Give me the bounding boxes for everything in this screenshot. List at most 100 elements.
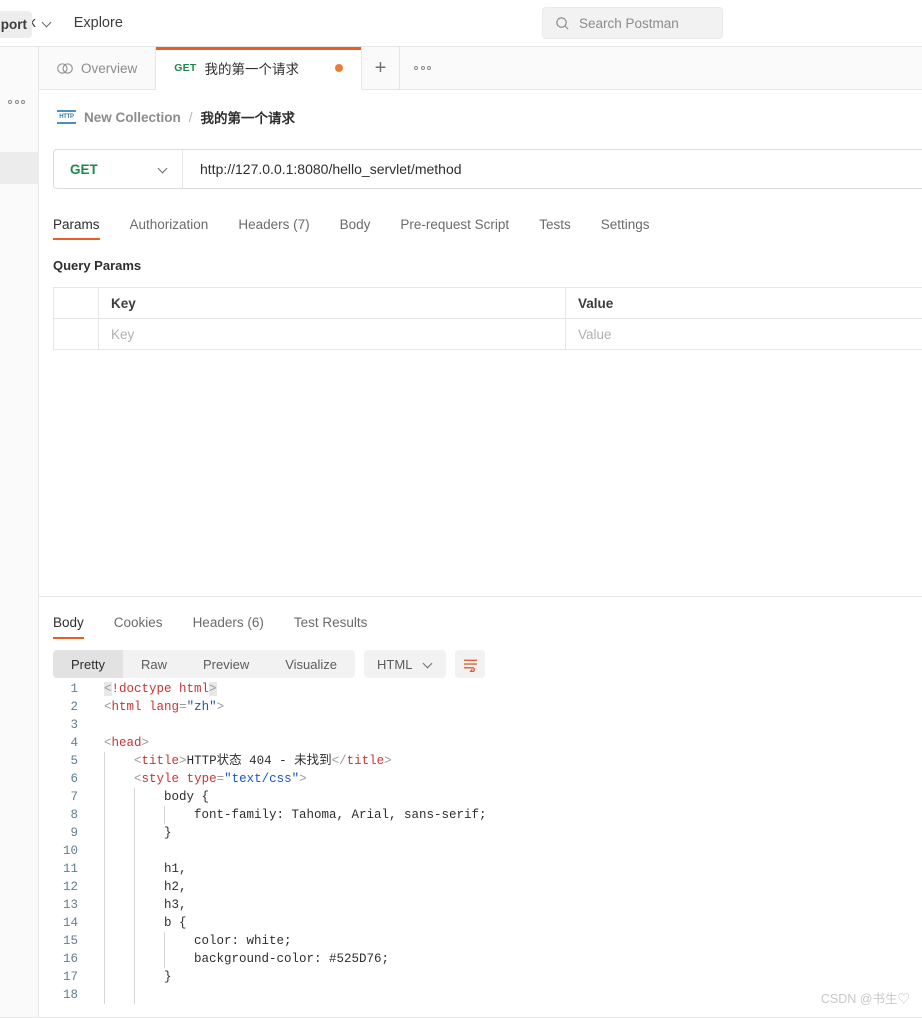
response-tab-body[interactable]: Body [53,615,99,639]
import-button[interactable]: port [0,11,32,38]
line-number: 10 [62,844,78,858]
line-number: 18 [62,988,78,1002]
url-input[interactable]: http://127.0.0.1:8080/hello_servlet/meth… [183,161,462,177]
line-content: h2, [104,878,187,896]
response-body-code[interactable]: 1 <!doctype html> 2 <html lang="zh"> 3 4 <h… [39,680,922,1010]
row-checkbox-cell[interactable] [54,319,99,350]
left-sidebar-rail: port [0,11,39,1018]
response-tabs: Body Cookies Headers (6) Test Results [53,609,922,639]
line-number: 14 [62,916,78,930]
view-mode-visualize[interactable]: Visualize [267,650,355,678]
breadcrumb-request[interactable]: 我的第一个请求 [201,107,296,127]
line-content: h3, [104,896,187,914]
code-line: 2 <html lang="zh"> [39,698,922,716]
method-select[interactable]: GET [54,150,183,188]
line-number: 17 [62,970,78,984]
wrap-text-button[interactable] [455,650,486,678]
table-row: Key Value [54,319,922,350]
line-number: 3 [70,718,78,732]
line-number: 4 [70,736,78,750]
tab-overview-label: Overview [81,60,138,76]
sidebar-more-icon[interactable] [8,100,25,104]
http-icon: HTTP [57,110,76,124]
view-mode-pretty[interactable]: Pretty [53,650,123,678]
line-content: body { [104,788,210,806]
line-number: 9 [70,826,78,840]
tab-overview[interactable]: Overview [39,47,157,89]
search-placeholder: Search Postman [579,15,679,31]
param-key-input[interactable]: Key [99,319,566,350]
unsaved-changes-dot [334,64,343,72]
app-header: etwork Explore Search Postman [0,0,922,47]
line-number: 8 [70,808,78,822]
new-tab-button[interactable]: + [362,47,400,89]
request-panel: HTTP New Collection / 我的第一个请求 GET http:/… [39,90,922,597]
line-number: 6 [70,772,78,786]
line-number: 7 [70,790,78,804]
code-line: 8 font-family: Tahoma, Arial, sans-serif… [39,806,922,824]
tab-options-icon[interactable] [400,47,446,89]
response-tab-headers[interactable]: Headers (6) [178,615,279,639]
code-line: 1 <!doctype html> [39,680,922,698]
view-mode-preview[interactable]: Preview [185,650,267,678]
code-line: 18 [39,986,922,1004]
tab-tests[interactable]: Tests [524,217,586,240]
code-line: 9 } [39,824,922,842]
search-input[interactable]: Search Postman [542,7,723,39]
chevron-down-icon [159,165,168,174]
table-header-row: Key Value [54,288,922,319]
code-line: 17 } [39,968,922,986]
request-url-bar: GET http://127.0.0.1:8080/hello_servlet/… [53,149,922,189]
query-params-title: Query Params [53,258,142,273]
line-content [91,986,135,1004]
tab-request-active[interactable]: GET 我的第一个请求 [156,47,362,90]
column-header-value: Value [566,288,922,319]
code-line: 15 color: white; [39,932,922,950]
view-mode-raw[interactable]: Raw [123,650,185,678]
sidebar-selected-item[interactable] [0,152,39,184]
code-line: 13 h3, [39,896,922,914]
line-content: b { [104,914,187,932]
tab-authorization[interactable]: Authorization [115,217,224,240]
line-number: 13 [62,898,78,912]
line-content: <!doctype html> [104,682,217,696]
code-line: 11 h1, [39,860,922,878]
line-content: } [104,824,172,842]
tab-body[interactable]: Body [325,217,386,240]
nav-item-explore[interactable]: Explore [63,15,134,31]
line-number: 1 [70,682,78,696]
wrap-text-icon [463,659,477,672]
tab-bar: Overview GET 我的第一个请求 + [39,47,922,90]
query-params-table: Key Value Key Value [53,287,922,350]
code-line: 5 <title>HTTP状态 404 - 未找到</title> [39,752,922,770]
tab-pre-request-script[interactable]: Pre-request Script [385,217,524,240]
line-number: 5 [70,754,78,768]
code-line: 10 [39,842,922,860]
line-content: <html lang="zh"> [104,700,225,714]
nav-explore-label: Explore [73,15,123,31]
response-tab-test-results[interactable]: Test Results [279,615,383,639]
overview-icon [57,62,73,74]
line-content: font-family: Tahoma, Arial, sans-serif; [104,806,487,824]
response-tab-cookies[interactable]: Cookies [99,615,178,639]
format-select[interactable]: HTML [364,650,447,678]
line-number: 2 [70,700,78,714]
tab-headers[interactable]: Headers (7) [223,217,324,240]
code-line: 3 [39,716,922,734]
tab-method-label: GET [174,62,197,74]
code-line: 4 <head> [39,734,922,752]
line-content: } [104,968,172,986]
line-number: 11 [62,862,78,876]
format-label: HTML [377,656,413,672]
line-number: 16 [62,952,78,966]
search-icon [556,16,569,30]
param-value-input[interactable]: Value [566,319,922,350]
header-checkbox-cell [54,288,99,319]
method-label: GET [70,161,98,177]
breadcrumb-collection[interactable]: New Collection [84,110,181,125]
tab-params[interactable]: Params [53,217,115,240]
code-line: 16 background-color: #525D76; [39,950,922,968]
line-number: 15 [62,934,78,948]
tab-settings[interactable]: Settings [586,217,665,240]
breadcrumb-separator: / [188,109,193,125]
